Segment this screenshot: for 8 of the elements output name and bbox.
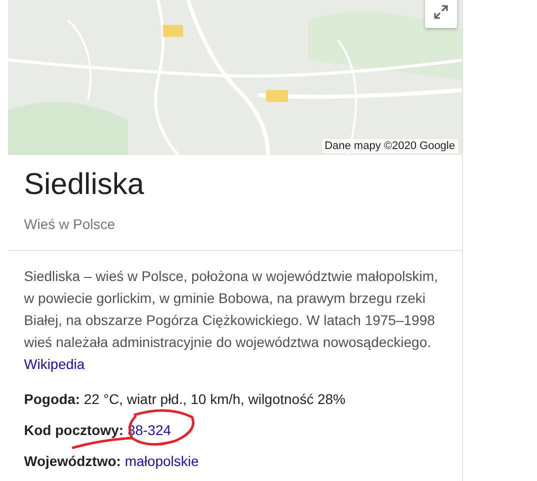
wikipedia-link[interactable]: Wikipedia <box>24 356 85 372</box>
description-paragraph: Siedliska – wieś w Polsce, położona w województwie małopolskim, w powiecie gorlickim, w gminie Bobowa, na prawym brzegu rzeki Białej, na obszarze Pogórza Ciężkowickiego. W latach 1975–1998 wieś należała administracyjnie do województwa nowosądeckiego. Wikipedia <box>24 267 439 374</box>
fact-line: Pogoda: 22 °C, wiatr płd., 10 km/h, wilgotność 28% <box>24 390 346 409</box>
place-subtitle: Wieś w Polsce <box>24 216 116 232</box>
place-title: Siedliska <box>24 167 146 203</box>
fact-line: Województwo: małopolskie <box>24 452 199 471</box>
map-attribution: Dane mapy ©2020 Google <box>322 139 458 153</box>
fact-link[interactable]: małopolskie <box>124 453 199 469</box>
